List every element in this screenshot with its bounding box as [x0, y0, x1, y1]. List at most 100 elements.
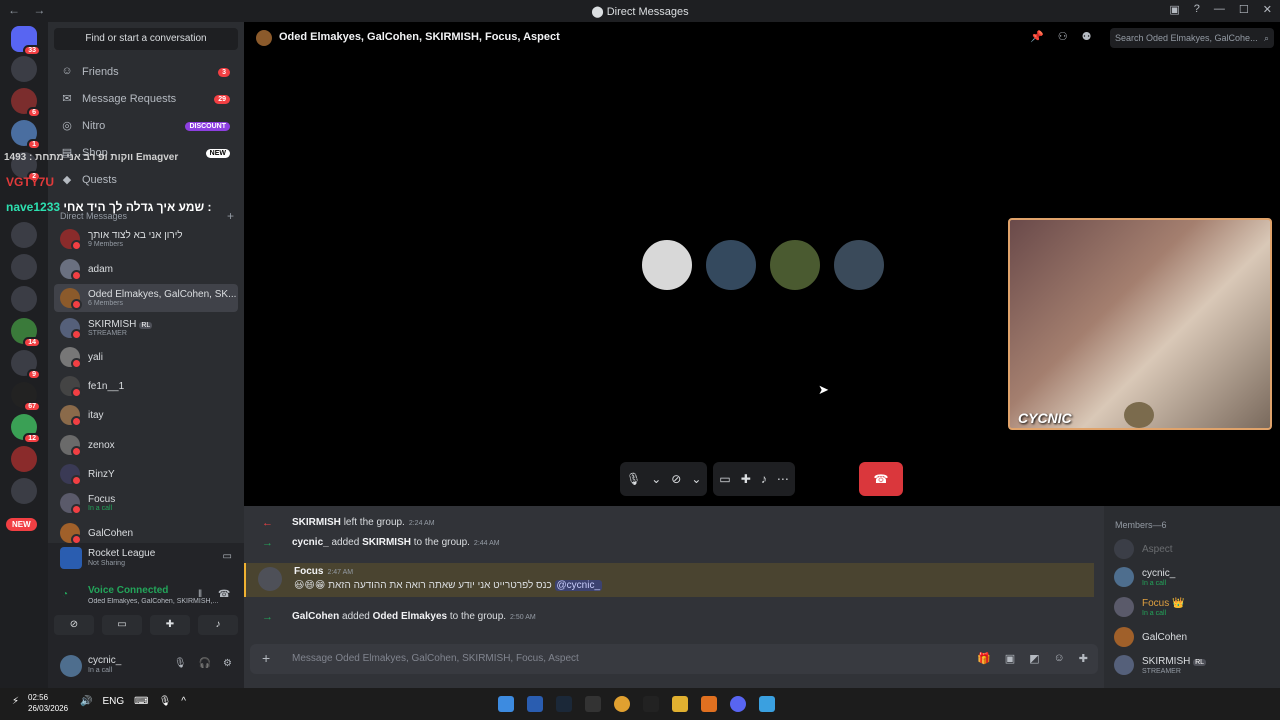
server-icon[interactable]: 14 — [11, 318, 41, 348]
create-dm-icon[interactable]: + — [227, 209, 234, 223]
clock[interactable]: 02:56 26/03/2026 — [28, 692, 68, 714]
dm-item[interactable]: Focus In a call — [54, 489, 238, 517]
participant-avatar[interactable] — [768, 238, 822, 292]
voice-status: Voice Connected — [88, 585, 169, 596]
server-icon[interactable]: 67 — [11, 382, 41, 412]
camera-off-icon[interactable]: ⊘ — [671, 472, 681, 486]
dm-item-active[interactable]: Oded Elmakyes, GalCohen, SK... 6 Members — [54, 284, 238, 312]
user-mention[interactable]: @cycnic_ — [554, 580, 603, 591]
nav-quests[interactable]: ◆ Quests — [54, 168, 238, 192]
avatar[interactable] — [258, 567, 282, 591]
microphone-icon[interactable]: 🎙 — [159, 696, 172, 707]
dm-item[interactable]: zenox — [54, 431, 238, 459]
upload-plus-icon[interactable]: + — [262, 650, 270, 666]
member-item[interactable]: Focus 👑 In a call — [1114, 594, 1274, 620]
soundboard-button[interactable]: ♪ — [198, 615, 238, 635]
add-friends-icon[interactable]: ⚇ — [1058, 30, 1068, 43]
language-indicator[interactable]: ENG — [102, 696, 124, 707]
avatar[interactable] — [60, 655, 82, 677]
participant-avatar[interactable] — [640, 238, 694, 292]
server-icon[interactable]: 12 — [11, 414, 41, 444]
dm-item[interactable]: adam — [54, 255, 238, 283]
participant-avatar[interactable] — [832, 238, 886, 292]
discord-icon[interactable] — [730, 696, 746, 712]
message-input[interactable]: Message Oded Elmakyes, GalCohen, SKIRMIS… — [292, 653, 579, 664]
home-icon[interactable]: 33 — [11, 26, 41, 56]
keyboard-icon[interactable]: ⌨ — [134, 696, 148, 707]
sticker-icon[interactable]: ◩ — [1029, 652, 1039, 665]
epic-games-icon[interactable] — [643, 696, 659, 712]
dm-item[interactable]: yali — [54, 343, 238, 371]
member-item[interactable]: GalCohen — [1114, 624, 1274, 650]
server-icon[interactable]: 9 — [11, 350, 41, 380]
server-icon[interactable] — [11, 254, 37, 280]
server-icon[interactable] — [11, 56, 37, 82]
participant-avatar[interactable] — [704, 238, 758, 292]
member-item[interactable]: SKIRMISH RL STREAMER — [1114, 652, 1274, 678]
dm-item[interactable]: itay — [54, 401, 238, 429]
dm-item[interactable]: fe1n__1 — [54, 372, 238, 400]
gift-icon[interactable]: 🎁 — [977, 652, 991, 665]
settings-gear-icon[interactable]: ⚙ — [223, 658, 232, 669]
windows-store-icon[interactable] — [759, 696, 775, 712]
chrome-icon[interactable] — [614, 696, 630, 712]
soundboard-icon[interactable]: ♪ — [761, 472, 767, 486]
notepad-icon[interactable] — [498, 696, 514, 712]
help-icon[interactable]: ? — [1194, 3, 1200, 16]
server-icon[interactable] — [11, 222, 37, 248]
file-explorer-icon[interactable] — [672, 696, 688, 712]
voice-channel[interactable]: Oded Elmakyes, GalCohen, SKIRMISH,... — [88, 598, 228, 605]
inbox-icon[interactable]: ▣ — [1169, 3, 1179, 16]
emoji-icon[interactable]: ☺ — [1054, 652, 1065, 665]
find-conversation-button[interactable]: Find or start a conversation — [54, 28, 238, 50]
nav-friends[interactable]: ☺ Friends 3 — [54, 60, 238, 84]
chevron-up-icon[interactable]: ^ — [181, 696, 186, 707]
member-item[interactable]: cycnic_ In a call — [1114, 564, 1274, 590]
nav-message-requests[interactable]: ✉ Message Requests 29 — [54, 87, 238, 111]
mm-icon[interactable] — [585, 696, 601, 712]
pin-icon[interactable]: 📌 — [1030, 30, 1044, 43]
microphone-icon[interactable]: 🎙 — [626, 472, 641, 486]
volume-icon[interactable]: 🔊 — [80, 696, 92, 707]
end-call-button[interactable]: ☎ — [859, 462, 903, 496]
headphones-icon[interactable]: 🎧 — [199, 658, 211, 669]
more-icon[interactable]: ⋯ — [777, 472, 789, 486]
os-taskbar: ⚡ 02:56 26/03/2026 🔊 ENG ⌨ 🎙 ^ — [0, 688, 1280, 720]
member-list-icon[interactable]: ⚉ — [1082, 30, 1092, 43]
screen-share-icon[interactable]: ▭ — [719, 472, 730, 486]
steam-icon[interactable] — [556, 696, 572, 712]
dm-item[interactable]: SKIRMISH RL STREAMER — [54, 314, 238, 342]
activities-icon[interactable]: ✚ — [741, 472, 751, 486]
chevron-down-icon[interactable]: ⌄ — [691, 472, 701, 486]
disconnect-icon[interactable]: ☎ — [218, 589, 230, 600]
microphone-icon[interactable]: 🎙 — [174, 658, 187, 669]
system-tray: ⚡ — [12, 696, 19, 707]
close-icon[interactable]: ✕ — [1263, 3, 1272, 16]
share-screen-icon[interactable]: ▭ — [223, 551, 232, 562]
member-item[interactable]: Aspect — [1114, 536, 1274, 562]
chat-message: Focus 2:47 AM 😃😄😁 כנס לפרטרייט אני יודע ש… — [244, 563, 1094, 597]
network-icon[interactable]: ⚡ — [12, 696, 19, 707]
maximize-icon[interactable]: ☐ — [1239, 3, 1249, 16]
server-icon[interactable] — [11, 478, 37, 504]
screen-share-button[interactable]: ▭ — [102, 615, 142, 635]
folder-icon[interactable] — [701, 696, 717, 712]
rocket-league-icon[interactable] — [527, 696, 543, 712]
signal-icon[interactable]: ◔ — [62, 589, 68, 600]
noise-suppression-icon[interactable]: ‖ — [198, 589, 202, 600]
minimize-icon[interactable]: — — [1214, 3, 1225, 16]
camera-button[interactable]: ⊘ — [54, 615, 94, 635]
gif-icon[interactable]: ▣ — [1005, 652, 1015, 665]
activities-button[interactable]: ✚ — [150, 615, 190, 635]
server-icon[interactable]: 6 — [11, 88, 41, 118]
search-input[interactable]: Search Oded Elmakyes, GalCohe... ⌕ — [1110, 28, 1274, 48]
nav-nitro[interactable]: ◎ Nitro DISCOUNT — [54, 114, 238, 138]
server-icon[interactable] — [11, 446, 37, 472]
apps-icon[interactable]: ✚ — [1079, 652, 1088, 665]
server-icon[interactable] — [11, 286, 37, 312]
message-composer[interactable]: + Message Oded Elmakyes, GalCohen, SKIRM… — [250, 644, 1098, 674]
chevron-down-icon[interactable]: ⌄ — [651, 472, 661, 486]
server-icon[interactable]: 1 — [11, 120, 41, 150]
dm-item[interactable]: לירון אני בא לצוד אותך 9 Members — [54, 225, 238, 253]
dm-item[interactable]: RinzY — [54, 460, 238, 488]
